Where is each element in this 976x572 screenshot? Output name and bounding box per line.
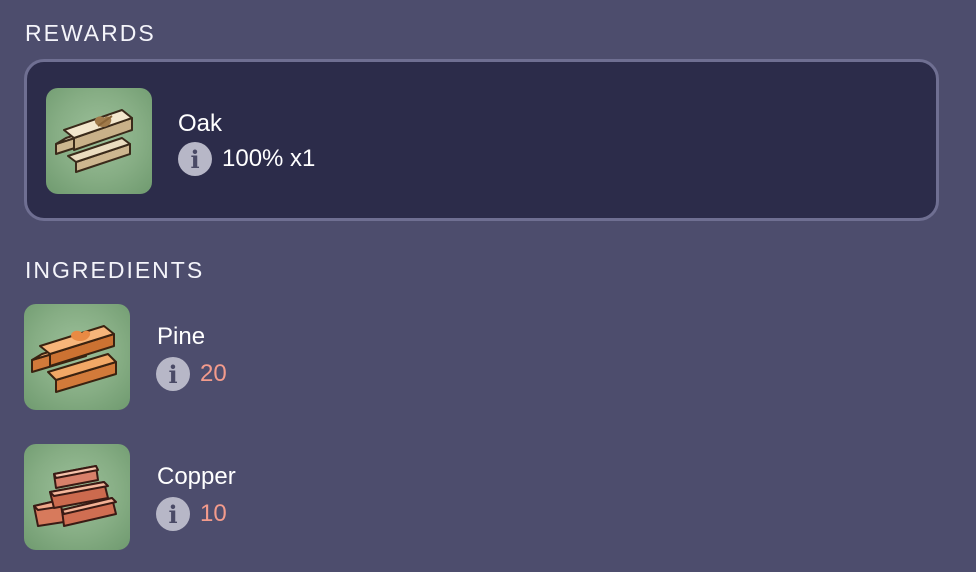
ingredient-amount: 10	[200, 500, 227, 527]
info-icon[interactable]: i	[156, 497, 190, 531]
ingredient-info-row: i 10	[156, 497, 227, 531]
ingredients-heading: INGREDIENTS	[25, 257, 205, 283]
info-icon[interactable]: i	[178, 142, 212, 176]
reward-amount: 100% x1	[222, 145, 316, 172]
copper-bars-icon	[24, 444, 130, 550]
pine-planks-icon	[24, 304, 130, 410]
reward-item-name: Oak	[178, 110, 223, 137]
ingredient-amount: 20	[200, 360, 227, 387]
oak-planks-icon	[46, 88, 152, 194]
ingredient-name: Copper	[157, 463, 236, 490]
rewards-heading: REWARDS	[25, 20, 156, 46]
ingredient-info-row: i 20	[156, 357, 227, 391]
info-icon[interactable]: i	[156, 357, 190, 391]
reward-info-row: i 100% x1	[178, 142, 315, 176]
ingredient-name: Pine	[157, 323, 206, 350]
reward-card[interactable]: Oak i 100% x1	[24, 59, 939, 221]
